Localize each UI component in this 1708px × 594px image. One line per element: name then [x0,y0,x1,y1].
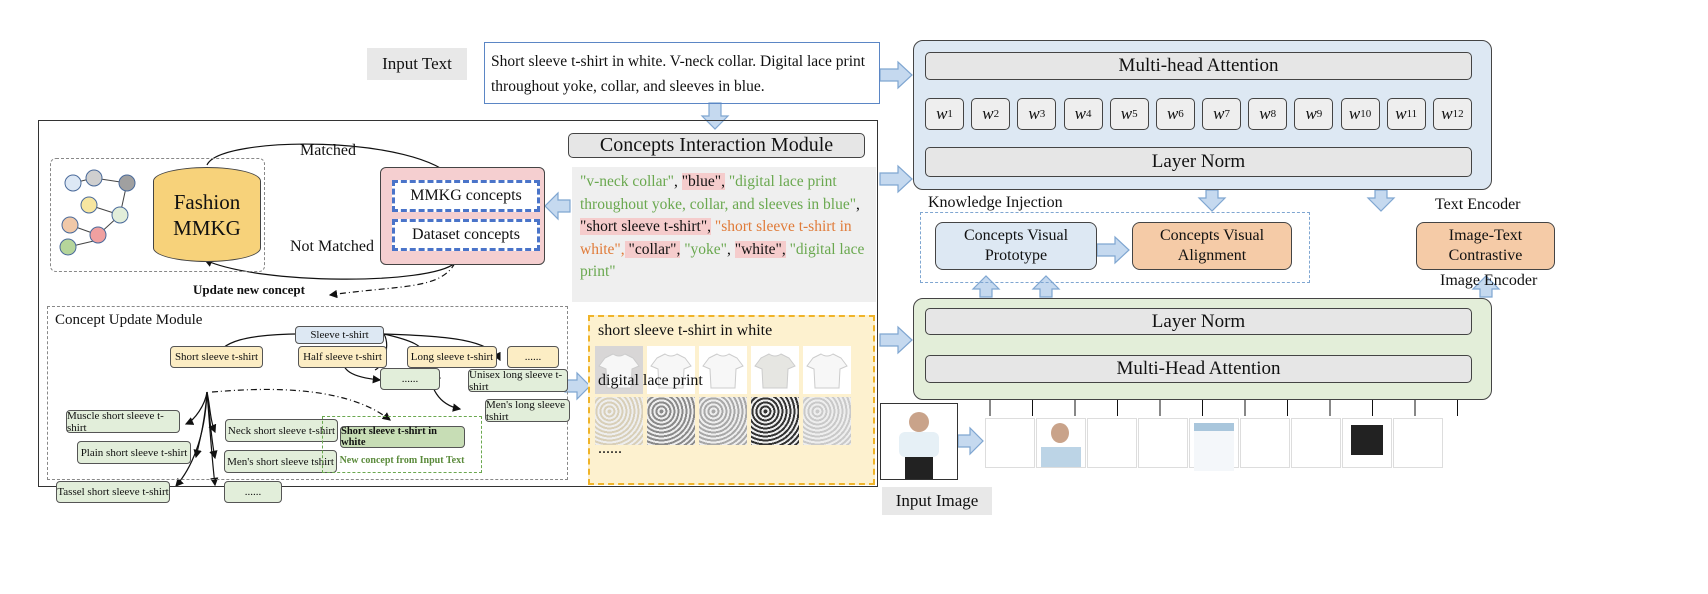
text-layer-norm: Layer Norm [925,147,1472,177]
concept-list: "v-neck collar", "blue", "digital lace p… [572,167,876,302]
new-concept-node: Short sleeve t-shirt in white [340,426,465,448]
tree-mens-short: Men's short sleeve tshirt [224,450,337,473]
tree-long-sleeve: Long sleeve t-shirt [407,346,497,368]
image-patch [1393,418,1443,468]
tshirt-image [699,346,747,394]
image-patches [985,418,1443,471]
concept-update-module-title: Concept Update Module [55,312,203,328]
prototype-more: ...... [598,440,622,457]
dataset-concepts: Dataset concepts [392,219,540,251]
concepts-interaction-module-title: Concepts Interaction Module [568,133,865,158]
weight-12: w 12 [1432,98,1472,130]
tree-half-sleeve: Half sleeve t-shirt [298,346,387,368]
not-matched-label: Not Matched [290,238,374,255]
weight-11: w 11 [1386,98,1426,130]
text-multihead-attention: Multi-head Attention [925,52,1472,80]
image-encoder-label: Image Encoder [1440,272,1538,289]
tree-mens-long: Men's long sleeve tshirt [485,399,570,423]
tree-unisex-long: Unisex long sleeve t-shirt [468,369,568,393]
image-patch [1036,418,1086,468]
concept-item: "v-neck collar" [580,173,674,190]
concepts-visual-prototype: Concepts Visual Prototype [935,222,1097,270]
lace-image [595,397,643,445]
lace-images [595,397,855,445]
image-layer-norm: Layer Norm [925,308,1472,335]
weight-6: w6 [1155,98,1195,130]
prototype-label-tshirt: short sleeve t-shirt in white [598,322,773,339]
image-patch [1138,418,1188,468]
lace-image [647,397,695,445]
update-new-concept-label: Update new concept [193,282,305,297]
weight-row: w 1 w 2 w 3 w 4 w 5 w 6 w 7 w 8 w 9 w 10 w 11 w 12 [925,98,1472,130]
image-patch [1342,418,1392,468]
concept-item: , [673,173,682,190]
new-concept-label: New concept from Input Text [339,455,465,466]
matched-label: Matched [300,142,356,159]
input-image [880,403,958,480]
weight-3: w3 [1017,98,1057,130]
image-multihead-attention: Multi-Head Attention [925,355,1472,383]
image-patch [1189,418,1239,471]
tree-short-more: ...... [224,481,282,503]
knowledge-injection-label: Knowledge Injection [928,194,1063,211]
lace-image [699,397,747,445]
concept-item: , [856,195,860,213]
tree-tassel: Tassel short sleeve t-shirt [56,481,170,503]
weight-5: w5 [1109,98,1149,130]
text-encoder-label: Text Encoder [1435,196,1521,213]
lace-image [803,397,851,445]
tree-plain: Plain short sleeve t-shirt [77,441,191,464]
weight-2: w2 [971,98,1011,130]
concept-item: "short sleeve t-shirt", [580,218,712,235]
image-patch [1291,418,1341,468]
weight-1: w1 [925,98,964,130]
weight-9: w9 [1294,98,1334,130]
concept-item: "blue", [681,173,725,190]
weight-4: w4 [1063,98,1103,130]
tshirt-image [751,346,799,394]
input-image-label: Input Image [882,487,992,515]
fashion-mmkg-database: Fashion MMKG [153,167,261,262]
image-text-contrastive: Image-Text Contrastive [1416,222,1555,270]
tree-muscle: Muscle short sleeve t-shirt [66,410,180,434]
tree-short-sleeve: Short sleeve t-shirt [170,346,263,368]
weight-10: w 10 [1340,98,1380,130]
input-text-box: Short sleeve t-shirt in white. V-neck co… [484,42,880,104]
concept-item: "yoke" [680,240,728,258]
concept-item: , [727,240,735,258]
weight-7: w7 [1202,98,1242,130]
prototype-label-lace: digital lace print [598,372,703,389]
tree-root: Sleeve t-shirt [295,326,384,344]
tshirt-image [803,346,851,394]
concepts-visual-alignment: Concepts Visual Alignment [1132,222,1292,270]
weight-8: w8 [1248,98,1288,130]
mmkg-concepts: MMKG concepts [392,180,540,212]
diagram: Input Text Short sleeve t-shirt in white… [0,0,1708,594]
tree-half-more: ...... [380,368,440,390]
tree-more: ...... [507,346,559,368]
lace-image [751,397,799,445]
image-patch [985,418,1035,468]
concept-item: "white", [734,240,786,258]
image-patch [1087,418,1137,468]
input-text-label: Input Text [367,48,467,80]
image-patch [1240,418,1290,468]
concept-item: "collar", [624,240,681,258]
